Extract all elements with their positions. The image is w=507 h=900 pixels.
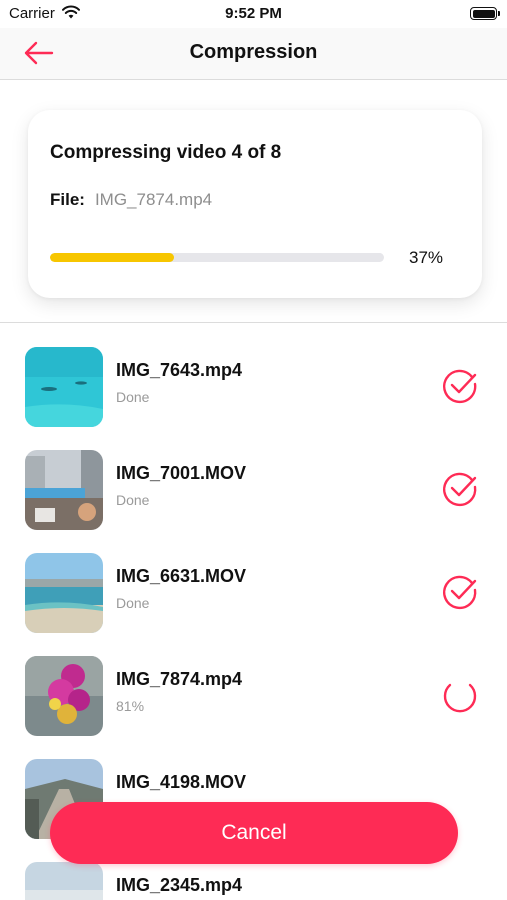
progress-bar — [50, 253, 384, 262]
check-circle-icon — [441, 573, 479, 611]
file-label: File: — [50, 190, 85, 209]
current-file-name: IMG_7874.mp4 — [94, 190, 213, 209]
progress-bar-fill — [50, 253, 174, 262]
cancel-button[interactable]: Cancel — [50, 802, 458, 864]
file-name: IMG_2345.mp4 — [116, 875, 243, 895]
file-name: IMG_4198.MOV — [116, 772, 247, 792]
list-item[interactable]: IMG_7643.mp4 Done — [0, 347, 507, 427]
video-thumbnail — [25, 347, 103, 427]
page-title: Compression — [189, 41, 318, 63]
file-status: Done — [116, 492, 150, 508]
list-item[interactable]: IMG_2345.mp4 — [0, 862, 507, 900]
list-item[interactable]: IMG_7874.mp4 81% — [0, 656, 507, 736]
video-thumbnail — [25, 862, 103, 900]
progress-heading: Compressing video 4 of 8 — [50, 142, 282, 163]
divider — [0, 322, 507, 323]
file-name: IMG_7874.mp4 — [116, 669, 243, 689]
list-item[interactable]: IMG_6631.MOV Done — [0, 553, 507, 633]
status-time: 9:52 PM — [225, 5, 282, 22]
progress-percent: 37% — [409, 248, 444, 267]
video-thumbnail — [25, 656, 103, 736]
battery-icon — [470, 7, 500, 20]
video-thumbnail — [25, 553, 103, 633]
file-name: IMG_7643.mp4 — [116, 360, 243, 380]
video-thumbnail — [25, 450, 103, 530]
list-item[interactable]: IMG_7001.MOV Done — [0, 450, 507, 530]
file-status: Done — [116, 595, 150, 611]
file-status: 81% — [116, 698, 145, 714]
check-circle-icon — [441, 367, 479, 405]
spinner-icon — [441, 676, 479, 714]
compression-progress-card: Compressing video 4 of 8 File: IMG_7874.m… — [28, 110, 482, 298]
file-name: IMG_6631.MOV — [116, 566, 247, 586]
file-status: Done — [116, 389, 150, 405]
nav-bar: Compression — [0, 28, 507, 80]
check-circle-icon — [441, 470, 479, 508]
file-name: IMG_7001.MOV — [116, 463, 247, 483]
status-bar: Carrier 9:52 PM — [0, 0, 507, 28]
current-file-row: File: IMG_7874.mp4 — [50, 190, 212, 210]
